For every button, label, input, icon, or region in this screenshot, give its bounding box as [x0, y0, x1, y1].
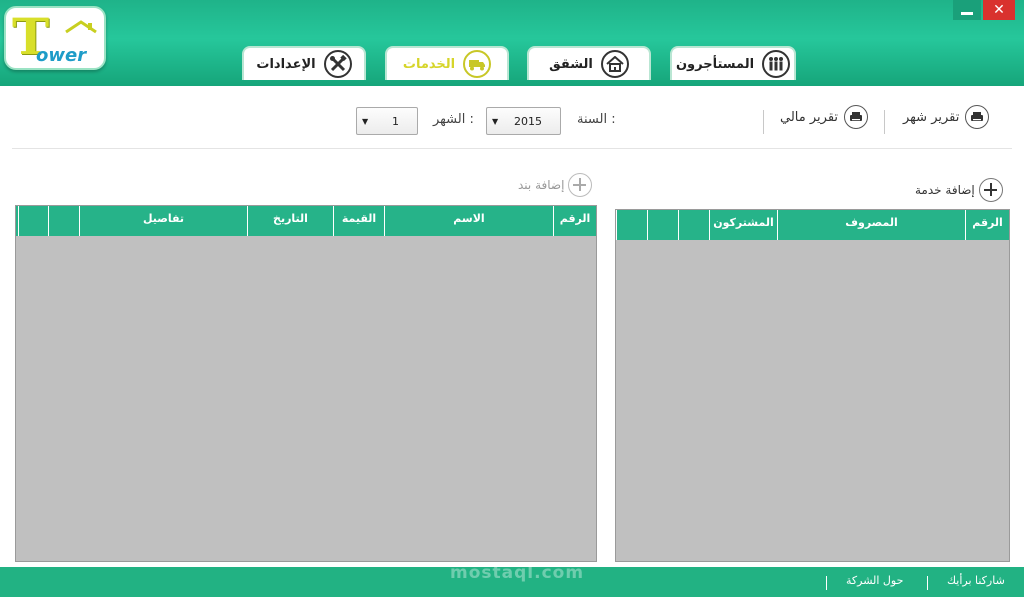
monthly-report-button[interactable]: تقرير شهر [903, 105, 990, 129]
column-header-subscribers[interactable]: المشتركون [709, 210, 777, 240]
dropdown-arrow-icon: ▼ [492, 117, 499, 126]
tab-settings-label: الإعدادات [256, 56, 316, 72]
column-header-number[interactable]: الرقم [965, 210, 1009, 240]
tab-tenants-label: المستأجرون [675, 56, 755, 72]
plus-icon [978, 178, 1003, 202]
watermark: mostaql.com [450, 563, 585, 583]
minimize-button[interactable] [953, 0, 981, 20]
add-service-label: إضافة خدمة [915, 183, 975, 197]
tools-icon [323, 50, 352, 78]
close-button[interactable]: ✕ [983, 0, 1015, 20]
footer-divider [927, 576, 928, 590]
tab-apartments[interactable]: الشقق [527, 46, 651, 80]
year-select[interactable]: ▼ 2015 [486, 107, 561, 135]
financial-report-label: تقرير مالي [780, 109, 839, 125]
people-icon [762, 50, 791, 78]
column-header-expense[interactable]: المصروف [777, 210, 965, 240]
truck-icon [463, 50, 492, 78]
toolbar-divider [884, 110, 885, 134]
printer-icon [965, 105, 990, 129]
column-header-details[interactable]: تفاصيل [79, 206, 247, 236]
column-header-name[interactable]: الاسم [384, 206, 553, 236]
toolbar-divider-line [12, 148, 1012, 149]
about-company-link[interactable]: حول الشركة [846, 574, 903, 587]
monthly-report-label: تقرير شهر [903, 109, 960, 125]
app-logo: T ower [4, 6, 106, 70]
feedback-link[interactable]: شاركنا برأيك [947, 574, 1005, 587]
month-select[interactable]: ▼ 1 [356, 107, 418, 135]
tab-services-label: الخدمات [402, 56, 456, 72]
add-service-button[interactable]: إضافة خدمة [915, 178, 1003, 202]
plus-icon [568, 173, 593, 197]
items-table-header: الرقم الاسم القيمة التاريخ تفاصيل [16, 206, 596, 236]
logo-house-icon [65, 20, 97, 34]
logo-text: ower [36, 45, 87, 66]
column-header-empty[interactable] [647, 210, 678, 240]
tab-apartments-label: الشقق [549, 56, 593, 72]
services-table-header: الرقم المصروف المشتركون [616, 210, 1009, 240]
column-header-date[interactable]: التاريخ [247, 206, 333, 236]
year-label: السنة : [577, 112, 616, 127]
month-label: الشهر : [433, 112, 474, 127]
app-header: T ower ✕ المستأجرون الشقق الخدمات الإعدا… [0, 0, 1024, 86]
items-table[interactable]: الرقم الاسم القيمة التاريخ تفاصيل [15, 205, 597, 562]
toolbar: تقرير شهر تقرير مالي السنة : ▼ 2015 الشه… [0, 100, 1024, 144]
column-header-empty[interactable] [678, 210, 709, 240]
tab-services[interactable]: الخدمات [385, 46, 509, 80]
toolbar-divider [763, 110, 764, 134]
month-value: 1 [392, 115, 399, 128]
footer-divider [826, 576, 827, 590]
column-header-empty[interactable] [48, 206, 79, 236]
printer-icon [844, 105, 869, 129]
column-header-value[interactable]: القيمة [333, 206, 384, 236]
add-item-label: إضافة بند [518, 178, 565, 192]
add-item-button[interactable]: إضافة بند [518, 173, 593, 197]
column-header-empty[interactable] [18, 206, 48, 236]
services-table[interactable]: الرقم المصروف المشتركون [615, 209, 1010, 562]
dropdown-arrow-icon: ▼ [362, 117, 369, 126]
column-header-number[interactable]: الرقم [553, 206, 596, 236]
minimize-icon [961, 12, 973, 15]
tab-tenants[interactable]: المستأجرون [670, 46, 796, 80]
financial-report-button[interactable]: تقرير مالي [780, 105, 869, 129]
house-icon [600, 50, 629, 78]
year-value: 2015 [514, 115, 542, 128]
tab-settings[interactable]: الإعدادات [242, 46, 366, 80]
column-header-empty[interactable] [616, 210, 647, 240]
